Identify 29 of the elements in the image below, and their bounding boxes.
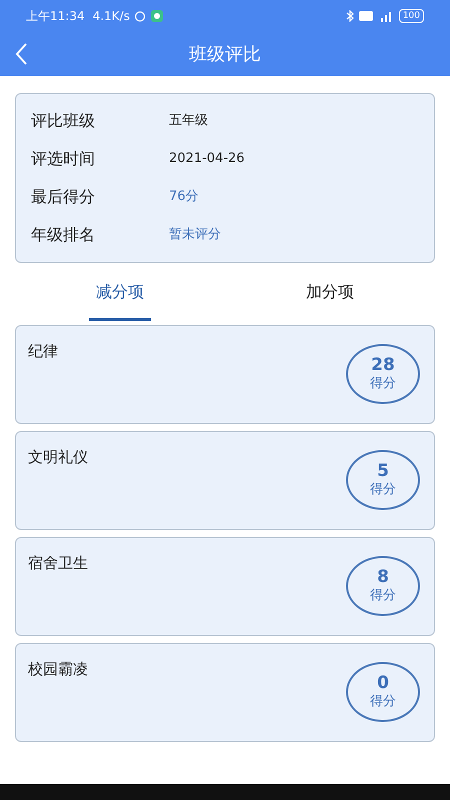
score-unit: 得分 — [370, 587, 396, 605]
info-value: 76分 — [169, 188, 199, 206]
battery-indicator: 100 — [398, 9, 424, 23]
score-value: 5 — [377, 461, 389, 481]
info-label: 评比班级 — [31, 110, 96, 132]
item-name: 文明礼仪 — [28, 447, 88, 468]
info-label: 最后得分 — [31, 186, 96, 208]
info-value: 2021-04-26 — [169, 150, 245, 168]
item-name: 纪律 — [28, 341, 58, 362]
bluetooth-icon — [344, 10, 355, 22]
back-button[interactable] — [14, 42, 28, 66]
score-value: 28 — [371, 355, 395, 375]
info-label: 年级排名 — [31, 224, 96, 246]
page-title: 班级评比 — [189, 42, 261, 66]
info-label: 评选时间 — [31, 148, 96, 170]
info-value: 暂未评分 — [169, 226, 221, 244]
shield-icon — [150, 9, 164, 23]
tab[interactable]: 加分项 — [299, 263, 361, 321]
network-speed: 4.1K/s — [92, 8, 130, 25]
score-unit: 得分 — [370, 481, 396, 499]
score-unit: 得分 — [370, 693, 396, 711]
item-name: 宿舍卫生 — [28, 553, 88, 574]
tab[interactable]: 减分项 — [89, 263, 151, 321]
score-value: 8 — [377, 567, 389, 587]
info-value: 五年级 — [169, 112, 208, 130]
score-value: 0 — [377, 673, 389, 693]
score-unit: 得分 — [370, 375, 396, 393]
status-time: 上午11:34 — [26, 8, 85, 25]
item-name: 校园霸凌 — [28, 659, 88, 680]
